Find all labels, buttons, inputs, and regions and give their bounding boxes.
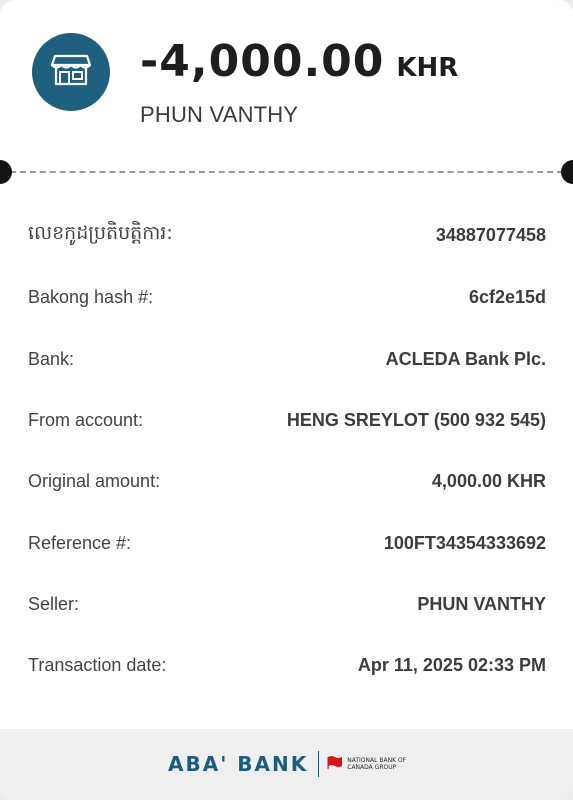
detail-row-bakong-hash: Bakong hash #: 6cf2e15d: [28, 266, 546, 328]
detail-row-bank: Bank: ACLEDA Bank Plc.: [28, 328, 546, 390]
detail-value: PHUN VANTHY: [417, 593, 546, 614]
detail-value: 34887077458: [435, 224, 546, 245]
detail-value: 6cf2e15d: [468, 286, 546, 307]
detail-label: លេខកូដប្រតិបត្តិការ:: [28, 222, 173, 244]
nbc-group-text: NATIONAL BANK OF CANADA GROUP: [347, 757, 407, 771]
detail-value: HENG SREYLOT (500 932 545): [286, 409, 546, 430]
transaction-receipt: -4,000.00 KHR PHUN VANTHY លេខកូដប្រតិបត្…: [0, 0, 573, 800]
bank-branding: ABA' BANK NATIONAL BANK OF CANADA GROUP: [168, 751, 417, 777]
amount-row: -4,000.00 KHR: [140, 36, 458, 87]
detail-label: Transaction date:: [28, 654, 167, 675]
nbc-flag-icon: [327, 755, 343, 774]
detail-value: 4,000.00 KHR: [431, 470, 546, 491]
detail-row-original-amount: Original amount: 4,000.00 KHR: [28, 450, 546, 512]
nbc-group-logo: NATIONAL BANK OF CANADA GROUP: [327, 755, 417, 774]
detail-row-seller: Seller: PHUN VANTHY: [28, 573, 546, 635]
right-notch: [561, 160, 573, 184]
currency-code: KHR: [396, 53, 459, 83]
detail-label: Seller:: [28, 593, 80, 614]
detail-row-transaction-code: លេខកូដប្រតិបត្តិការ: 34887077458: [28, 204, 546, 266]
receipt-header: -4,000.00 KHR PHUN VANTHY: [0, 0, 573, 172]
merchant-avatar: [32, 33, 110, 111]
detail-row-transaction-date: Transaction date: Apr 11, 2025 02:33 PM: [28, 634, 546, 696]
detail-label: Bakong hash #:: [28, 286, 154, 307]
brand-separator: [318, 751, 320, 777]
store-icon: [50, 53, 92, 92]
dashed-divider: [0, 171, 573, 173]
detail-row-reference: Reference #: 100FT34354333692: [28, 512, 546, 574]
detail-label: From account:: [28, 409, 144, 430]
transaction-amount: -4,000.00: [140, 36, 385, 87]
detail-value: 100FT34354333692: [383, 532, 546, 553]
detail-value: Apr 11, 2025 02:33 PM: [357, 654, 546, 675]
detail-value: ACLEDA Bank Plc.: [385, 348, 546, 369]
payee-name: PHUN VANTHY: [140, 102, 299, 127]
receipt-footer: ABA' BANK NATIONAL BANK OF CANADA GROUP: [0, 729, 573, 800]
detail-label: Bank:: [28, 348, 75, 369]
detail-label: Reference #:: [28, 532, 132, 553]
aba-bank-logo: ABA' BANK: [168, 752, 309, 776]
detail-row-from-account: From account: HENG SREYLOT (500 932 545): [28, 389, 546, 451]
detail-label: Original amount:: [28, 470, 161, 491]
